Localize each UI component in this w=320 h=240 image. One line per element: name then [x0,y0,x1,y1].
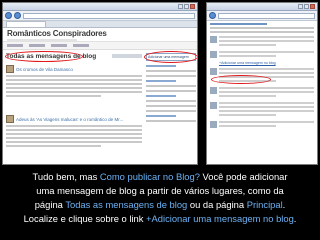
address-bar[interactable] [218,12,315,19]
caption-highlight: Principal [246,199,283,210]
sidebar-list [146,65,196,122]
caption-line-2: uma mensagem de blog a partir de vários … [36,185,284,196]
avatar [210,87,217,94]
back-icon[interactable] [5,12,12,19]
address-bar[interactable] [23,12,195,19]
caption: Tudo bem, mas Como publicar no Blog? Voc… [0,166,320,240]
browser-toolbar [3,11,197,21]
blog-sidebar: Adicionar uma mensagem [144,51,197,163]
caption-highlight: +Adicionar uma mensagem no blog [146,213,294,224]
blog-title[interactable]: Românticos Conspiradores [7,29,193,38]
blog-nav [3,42,197,50]
avatar [6,65,14,73]
add-link-callout [211,75,271,84]
list-item [210,121,314,129]
window-titlebar [3,3,197,11]
close-icon[interactable] [190,4,195,9]
pager[interactable] [112,54,142,58]
post-title[interactable]: Adeus às 'As Viagens malucas' e o românt… [16,117,123,122]
avatar [210,102,217,109]
avatar [210,68,217,75]
minimize-icon[interactable] [298,4,303,9]
maximize-icon[interactable] [304,4,309,9]
caption-line-1: Tudo bem, mas Como publicar no Blog? Voc… [32,171,288,182]
nav-link[interactable] [7,44,23,47]
tab-strip [3,21,197,28]
post-excerpt [6,75,142,97]
post-title[interactable]: Os cromos de Vila Damasco [16,67,73,72]
browser-tab[interactable] [6,21,46,27]
post-list: Todas as mensagens de blog Os cromos de … [5,51,142,163]
caption-line-3: página Todas as mensagens de blog ou da … [34,199,286,210]
avatar [210,121,217,128]
caption-line-4: Localize e clique sobre o link +Adiciona… [23,213,297,224]
blog-browser-window: Românticos Conspiradores Todas as mensag… [2,2,198,165]
list-item: Os cromos de Vila Damasco [6,65,142,113]
forward-icon[interactable] [14,12,21,19]
caption-highlight: Todas as mensagens de blog [65,199,188,210]
nav-link[interactable] [73,44,89,47]
back-icon[interactable] [209,12,216,19]
caption-highlight: Como publicar no Blog? [99,171,200,182]
close-icon[interactable] [310,4,315,9]
blog-header: Românticos Conspiradores [3,28,197,44]
nav-link[interactable] [29,44,45,47]
post-excerpt [6,125,142,147]
list-item [210,87,314,99]
list-item [210,36,314,48]
window-titlebar [207,3,317,11]
heading-callout [5,51,83,62]
list-item: Adeus às 'As Viagens malucas' e o românt… [6,115,142,163]
add-blog-message-link[interactable]: +Adicionar uma mensagem no blog [219,61,314,65]
avatar [210,51,217,58]
tutorial-slide: Românticos Conspiradores Todas as mensag… [0,0,320,240]
avatar [210,36,217,43]
minimize-icon[interactable] [178,4,183,9]
avatar [6,115,14,123]
home-header [210,23,314,33]
sidebar-callout [144,51,197,63]
list-item [210,102,314,118]
browser-toolbar [207,11,317,21]
maximize-icon[interactable] [184,4,189,9]
list-item [210,51,314,59]
home-browser-window: +Adicionar uma mensagem no blog [206,2,318,165]
nav-link[interactable] [51,44,67,47]
home-content: +Adicionar uma mensagem no blog [207,21,317,131]
